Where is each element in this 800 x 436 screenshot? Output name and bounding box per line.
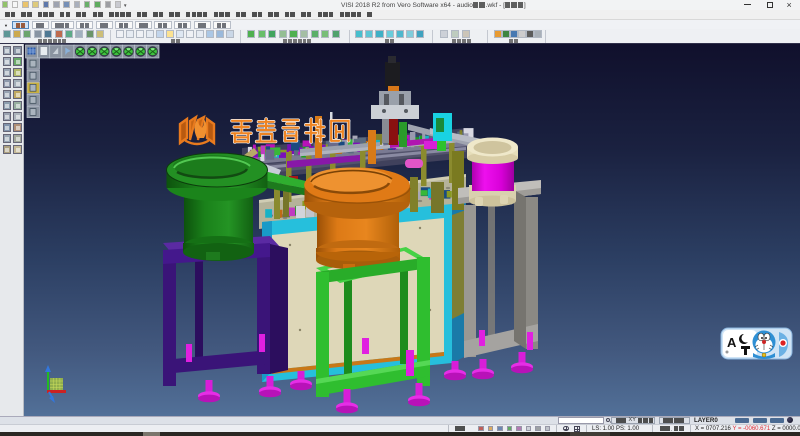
svg-text:A: A: [727, 335, 737, 350]
